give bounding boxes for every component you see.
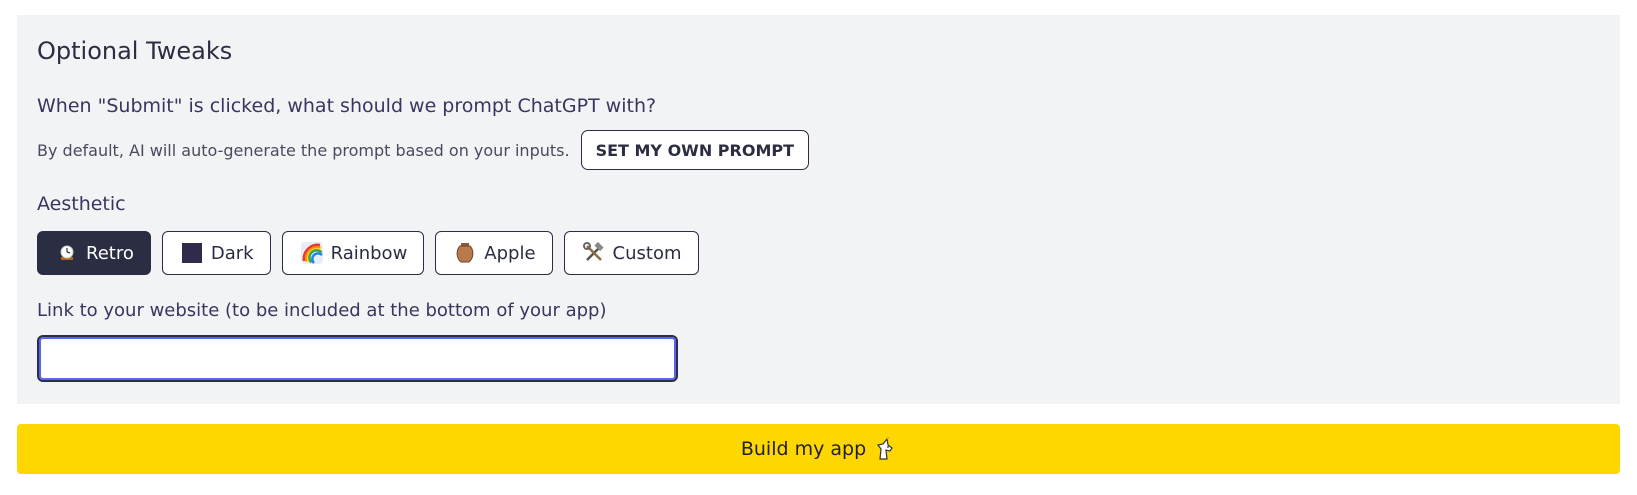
build-my-app-button[interactable]: Build my app: [17, 424, 1620, 474]
optional-tweaks-panel: Optional Tweaks When "Submit" is clicked…: [17, 15, 1620, 404]
aesthetic-options: Retro Dark Rainbow Apple Custom: [37, 231, 699, 275]
build-my-app-label: Build my app: [740, 438, 867, 460]
aesthetic-label: Aesthetic: [37, 193, 126, 215]
amphora-icon: [454, 242, 476, 264]
prompt-question: When "Submit" is clicked, what should we…: [37, 95, 657, 117]
dark-square-icon: [181, 242, 203, 264]
unicorn-icon: [874, 437, 896, 460]
aesthetic-retro-button[interactable]: Retro: [37, 231, 151, 275]
prompt-default-row: By default, AI will auto-generate the pr…: [37, 130, 809, 170]
website-link-input[interactable]: [37, 335, 678, 382]
clock-icon: [56, 242, 78, 264]
hammer-wrench-icon: [582, 242, 605, 264]
aesthetic-apple-label: Apple: [484, 242, 536, 264]
aesthetic-rainbow-label: Rainbow: [330, 242, 408, 264]
aesthetic-apple-button[interactable]: Apple: [435, 231, 553, 275]
aesthetic-custom-label: Custom: [612, 242, 682, 264]
website-link-label: Link to your website (to be included at …: [37, 300, 607, 321]
aesthetic-dark-button[interactable]: Dark: [161, 231, 271, 275]
rainbow-icon: [300, 242, 323, 264]
aesthetic-dark-label: Dark: [210, 242, 254, 264]
aesthetic-rainbow-button[interactable]: Rainbow: [281, 231, 425, 275]
aesthetic-custom-button[interactable]: Custom: [563, 231, 699, 275]
aesthetic-retro-label: Retro: [86, 242, 134, 264]
section-title: Optional Tweaks: [37, 37, 233, 65]
set-my-own-prompt-button[interactable]: SET MY OWN PROMPT: [580, 130, 809, 170]
prompt-default-text: By default, AI will auto-generate the pr…: [37, 140, 570, 160]
